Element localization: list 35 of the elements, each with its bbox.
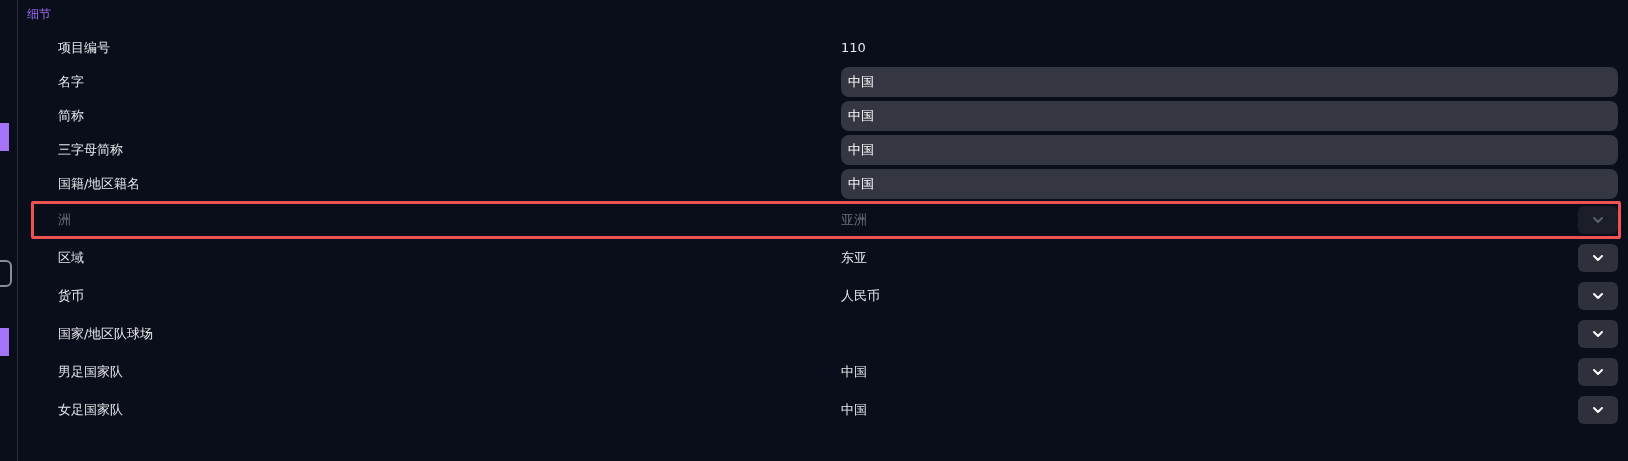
field-label: 简称 bbox=[58, 107, 85, 126]
sidebar-indicator bbox=[0, 328, 9, 356]
dropdown-value: 亚洲 bbox=[841, 212, 867, 228]
field-value: 110 bbox=[841, 39, 866, 58]
dropdown-button[interactable] bbox=[1578, 358, 1618, 386]
field-label: 女足国家队 bbox=[58, 401, 124, 420]
field-label: 三字母简称 bbox=[58, 141, 124, 160]
field-label: 洲 bbox=[58, 211, 72, 230]
chevron-down-icon bbox=[1592, 368, 1604, 376]
chevron-down-icon bbox=[1592, 254, 1604, 262]
field-label: 区域 bbox=[58, 249, 85, 268]
input-field[interactable]: 中国 bbox=[841, 101, 1618, 131]
dropdown-button[interactable] bbox=[1578, 320, 1618, 348]
field-label: 国家/地区队球场 bbox=[58, 325, 155, 344]
chevron-down-icon bbox=[1592, 406, 1604, 414]
section-title: 细节 bbox=[27, 6, 52, 23]
dropdown-value: 东亚 bbox=[841, 250, 867, 266]
chevron-down-icon bbox=[1592, 330, 1604, 338]
dropdown-value: 人民币 bbox=[841, 288, 880, 304]
chevron-down-icon bbox=[1592, 292, 1604, 300]
dropdown-button[interactable] bbox=[1578, 282, 1618, 310]
input-field[interactable]: 中国 bbox=[841, 67, 1618, 97]
field-label: 男足国家队 bbox=[58, 363, 124, 382]
sidebar-indicator bbox=[0, 123, 9, 151]
field-label: 项目编号 bbox=[58, 39, 111, 58]
dropdown-value: 中国 bbox=[841, 364, 867, 380]
input-field[interactable]: 中国 bbox=[841, 169, 1618, 199]
field-label: 名字 bbox=[58, 73, 85, 92]
dropdown-value: 中国 bbox=[841, 402, 867, 418]
dropdown-button[interactable] bbox=[1578, 244, 1618, 272]
field-label: 国籍/地区籍名 bbox=[58, 175, 142, 194]
chevron-down-icon bbox=[1592, 216, 1604, 224]
dropdown-button[interactable] bbox=[1578, 396, 1618, 424]
field-label: 货币 bbox=[58, 287, 85, 306]
input-field[interactable]: 中国 bbox=[841, 135, 1618, 165]
